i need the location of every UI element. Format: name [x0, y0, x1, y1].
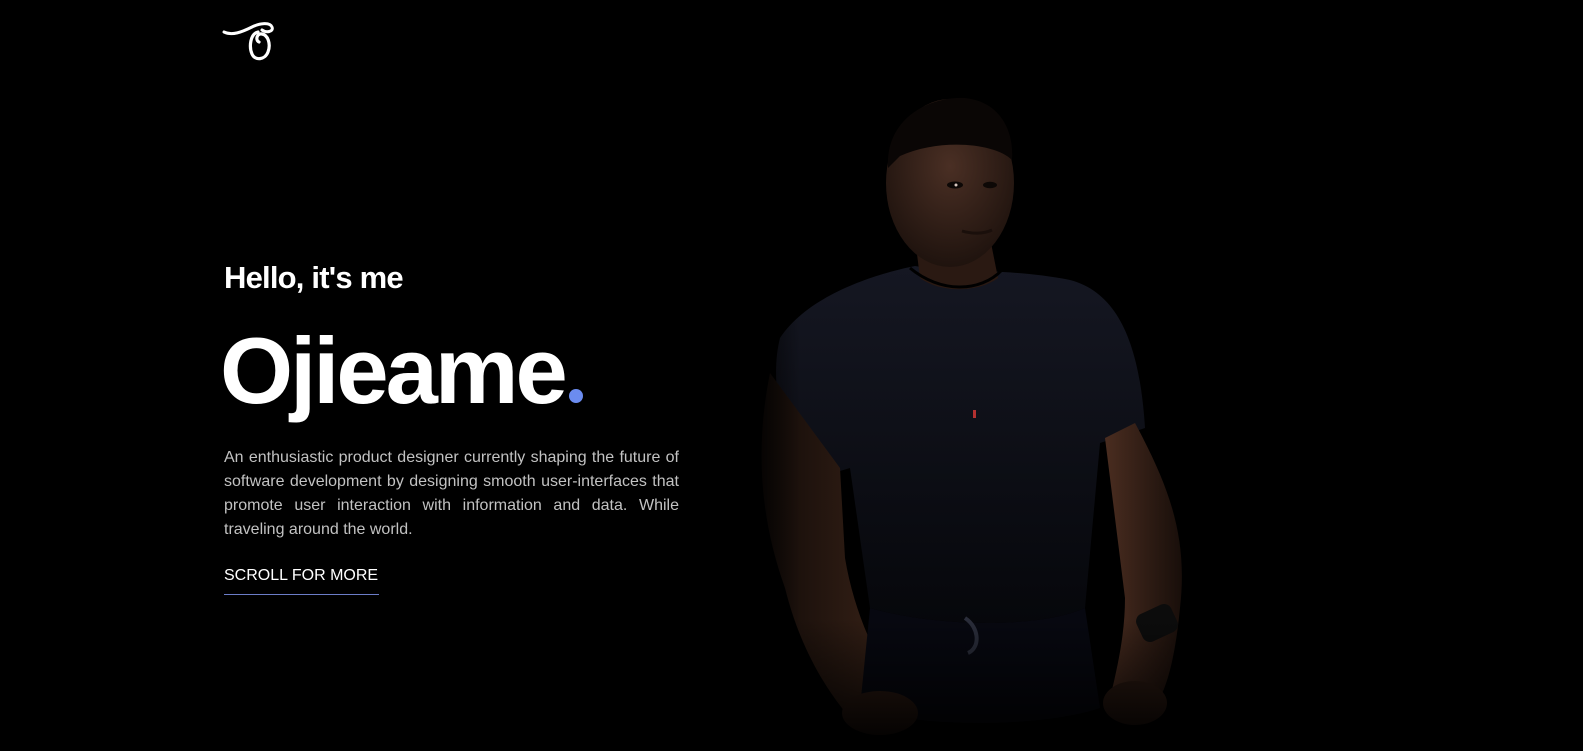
scroll-for-more-link[interactable]: SCROLL FOR MORE — [224, 567, 379, 595]
logo-icon[interactable] — [222, 20, 276, 64]
hero-bio: An enthusiastic product designer current… — [224, 449, 679, 538]
hero-text-block: Hello, it's me Ojieame An enthusiastic p… — [220, 258, 679, 595]
portrait-image — [740, 88, 1240, 751]
person-portrait-image — [740, 88, 1240, 751]
hero-name-text: Ojieame — [220, 318, 568, 423]
accent-dot — [568, 389, 583, 403]
hero-name: Ojieame — [220, 318, 679, 424]
script-o-logo-icon — [222, 22, 274, 61]
hero-greeting: Hello, it's me — [224, 260, 404, 295]
